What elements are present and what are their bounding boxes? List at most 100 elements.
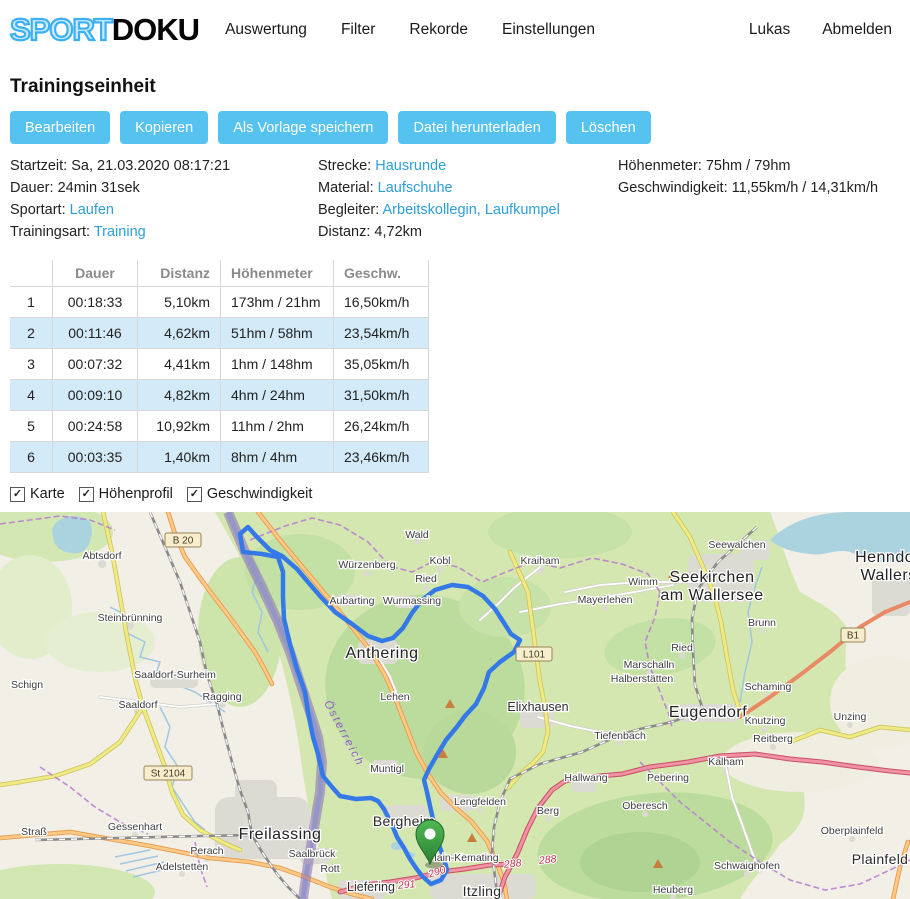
toggle-label: Karte xyxy=(30,486,65,502)
detail-label: Geschwindigkeit: xyxy=(618,180,728,196)
map-label: Wald xyxy=(405,529,429,541)
nav-rekorde[interactable]: Rekorde xyxy=(409,21,468,39)
map-label: Kraiham xyxy=(520,555,559,567)
nav-user[interactable]: Lukas xyxy=(749,21,790,39)
lap-geschw: 26,24km/h xyxy=(334,411,429,442)
sportart-link[interactable]: Laufen xyxy=(70,202,114,218)
col-header-num xyxy=(10,260,53,287)
details-column-2: Strecke: Hausrunde Material: Laufschuhe … xyxy=(318,159,618,247)
map-label: am Wallersee xyxy=(660,587,763,604)
col-header-dauer: Dauer xyxy=(53,260,138,287)
map-label: Aubarting xyxy=(330,595,375,607)
toggle-karte[interactable]: ✓ Karte xyxy=(10,486,65,502)
nav-auswertung[interactable]: Auswertung xyxy=(225,21,307,39)
material-link[interactable]: Laufschuhe xyxy=(378,180,453,196)
svg-text:St 2104: St 2104 xyxy=(151,769,186,780)
laps-header-row: Dauer Distanz Höhenmeter Geschw. xyxy=(10,260,429,287)
nav-logout[interactable]: Abmelden xyxy=(822,21,892,39)
map-label: Saaldorf xyxy=(118,699,157,711)
map-label: Schign xyxy=(11,679,43,691)
lap-dauer: 00:09:10 xyxy=(53,380,138,411)
user-nav: Lukas Abmelden xyxy=(749,21,892,39)
checkbox-icon: ✓ xyxy=(79,487,94,502)
detail-label: Strecke: xyxy=(318,158,371,174)
lap-distanz: 10,92km xyxy=(138,411,221,442)
lap-row[interactable]: 5 00:24:58 10,92km 11hm / 2hm 26,24km/h xyxy=(10,411,429,442)
lap-num: 5 xyxy=(10,411,53,442)
app-logo[interactable]: SPORTDOKU xyxy=(10,12,199,48)
detail-value: 4,72km xyxy=(374,224,422,240)
lap-hoehenmeter: 173hm / 21hm xyxy=(221,287,334,318)
lap-row[interactable]: 6 00:03:35 1,40km 8hm / 4hm 23,46km/h xyxy=(10,442,429,473)
details-column-1: Startzeit: Sa, 21.03.2020 08:17:21 Dauer… xyxy=(10,159,318,247)
map-label: Lehen xyxy=(380,691,409,703)
nav-filter[interactable]: Filter xyxy=(341,21,375,39)
lap-row[interactable]: 1 00:18:33 5,10km 173hm / 21hm 16,50km/h xyxy=(10,287,429,318)
detail-value: 11,55km/h / 14,31km/h xyxy=(732,180,878,196)
map-label: Straß xyxy=(21,826,47,838)
map-label: Würzenberg xyxy=(338,559,395,571)
delete-button[interactable]: Löschen xyxy=(566,111,651,144)
road-badge-st2104: St 2104 xyxy=(144,766,192,780)
detail-label: Sportart: xyxy=(10,202,66,218)
map-label: Perach xyxy=(190,845,223,857)
map-label: Mayerlehen xyxy=(578,594,633,606)
svg-text:B 20: B 20 xyxy=(173,536,194,547)
map-label: Oberesch xyxy=(622,800,668,812)
trainingsart-link[interactable]: Training xyxy=(94,224,146,240)
lap-geschw: 35,05km/h xyxy=(334,349,429,380)
map-label: Oberplainfeld xyxy=(821,825,884,837)
map-label: Anthering xyxy=(346,645,419,662)
map-label: Seekirchen xyxy=(669,569,754,586)
map-label: Brunn xyxy=(748,617,776,629)
lap-distanz: 5,10km xyxy=(138,287,221,318)
svg-text:291: 291 xyxy=(396,878,416,892)
map-label: Hallwang xyxy=(564,772,607,784)
map-label: Itzling xyxy=(463,883,502,899)
road-badge-b20: B 20 xyxy=(165,533,201,547)
edit-button[interactable]: Bearbeiten xyxy=(10,111,110,144)
lap-distanz: 4,82km xyxy=(138,380,221,411)
lap-num: 1 xyxy=(10,287,53,318)
lap-row[interactable]: 2 00:11:46 4,62km 51hm / 58hm 23,54km/h xyxy=(10,318,429,349)
detail-value: 75hm / 79hm xyxy=(706,158,791,174)
map-label: Saalbrück xyxy=(289,848,336,860)
lap-geschw: 23,54km/h xyxy=(334,318,429,349)
lap-geschw: 16,50km/h xyxy=(334,287,429,318)
toggle-hoehenprofil[interactable]: ✓ Höhenprofil xyxy=(79,486,173,502)
action-buttons: Bearbeiten Kopieren Als Vorlage speicher… xyxy=(10,111,910,144)
route-map[interactable]: B 20 L101 St 2104 B1 Abtsdorf Steinbrünn… xyxy=(0,512,910,899)
map-label: Unzing xyxy=(834,711,867,723)
lap-row[interactable]: 3 00:07:32 4,41km 1hm / 148hm 35,05km/h xyxy=(10,349,429,380)
page-title: Trainingseinheit xyxy=(10,76,910,98)
map-label: Berg xyxy=(537,805,559,817)
map-label: Halberstätten xyxy=(611,673,674,685)
map-label: Wurmassing xyxy=(383,595,441,607)
layer-toggles: ✓ Karte ✓ Höhenprofil ✓ Geschwindigkeit xyxy=(10,486,910,502)
lap-num: 6 xyxy=(10,442,53,473)
lap-dauer: 00:07:32 xyxy=(53,349,138,380)
svg-text:288: 288 xyxy=(537,853,557,867)
lap-geschw: 23,46km/h xyxy=(334,442,429,473)
map-label: Henndorf xyxy=(855,549,910,566)
strecke-link[interactable]: Hausrunde xyxy=(375,158,446,174)
map-label: Liefering xyxy=(347,880,395,894)
save-as-template-button[interactable]: Als Vorlage speichern xyxy=(218,111,388,144)
toggle-geschwindigkeit[interactable]: ✓ Geschwindigkeit xyxy=(187,486,313,502)
nav-einstellungen[interactable]: Einstellungen xyxy=(502,21,595,39)
download-file-button[interactable]: Datei herunterladen xyxy=(398,111,555,144)
map-label: Gessenhart xyxy=(108,821,162,833)
toggle-label: Höhenprofil xyxy=(99,486,173,502)
map-label: Abtsdorf xyxy=(82,550,121,562)
lap-row[interactable]: 4 00:09:10 4,82km 4hm / 24hm 31,50km/h xyxy=(10,380,429,411)
svg-text:288: 288 xyxy=(502,857,522,871)
lap-dauer: 00:24:58 xyxy=(53,411,138,442)
begleiter-link[interactable]: Arbeitskollegin, Laufkumpel xyxy=(383,202,560,218)
map-label: Ragging xyxy=(202,691,241,703)
map-label: Heuberg xyxy=(653,884,693,896)
copy-button[interactable]: Kopieren xyxy=(120,111,208,144)
map-label: Eugendorf xyxy=(669,704,747,721)
map-label: Kalham xyxy=(708,756,744,768)
map-label: Pebering xyxy=(647,772,689,784)
map-label: Kobl xyxy=(429,555,450,567)
